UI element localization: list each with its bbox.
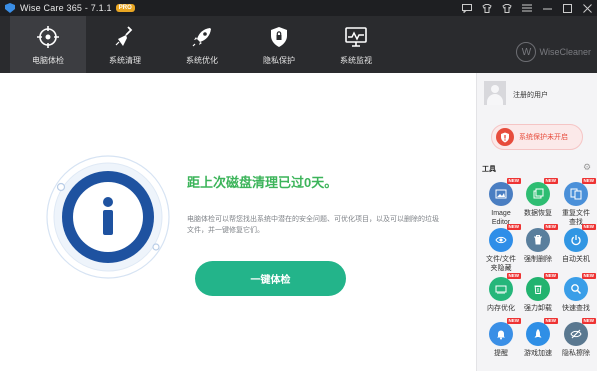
power-icon: NEW	[564, 224, 596, 252]
info-icon	[46, 155, 170, 279]
close-icon[interactable]	[577, 0, 597, 16]
brand-logo: W WiseCleaner	[516, 42, 591, 62]
trash-icon: NEW	[526, 224, 558, 252]
tools-heading: 工具	[482, 166, 496, 173]
tool-force-uninstall[interactable]: NEW 强力卸载	[518, 273, 558, 313]
gear-icon[interactable]: ⚙	[583, 162, 593, 172]
new-badge: NEW	[581, 273, 596, 279]
eraser-icon: NEW	[564, 318, 596, 346]
tab-system-tuneup[interactable]: 系统优化	[164, 16, 240, 73]
monitor-icon	[345, 27, 367, 47]
tab-label: 系统清理	[109, 56, 141, 65]
tab-label: 系统监视	[340, 56, 372, 65]
rocket-icon: NEW	[526, 318, 558, 346]
tool-label: 文件/文件 夹隐藏	[486, 256, 516, 272]
tool-reminder[interactable]: NEW 提醒	[481, 318, 521, 358]
feedback-icon[interactable]	[457, 0, 477, 16]
skin-icon[interactable]	[477, 0, 497, 16]
tool-auto-shutdown[interactable]: NEW 自动关机	[556, 224, 596, 264]
tool-memory-optimizer[interactable]: NEW 内存优化	[481, 273, 521, 313]
tool-force-delete[interactable]: NEW 强制删除	[518, 224, 558, 264]
magnifier-icon: NEW	[564, 273, 596, 301]
window-title: Wise Care 365 - 7.1.1	[20, 3, 112, 13]
tool-game-booster[interactable]: NEW 游戏加速	[518, 318, 558, 358]
registered-user-label[interactable]: 注册的用户	[513, 90, 548, 100]
restore-icon: NEW	[526, 178, 558, 206]
tab-system-monitor[interactable]: 系统监视	[318, 16, 394, 73]
image-icon: NEW	[489, 178, 521, 206]
brand-name: WiseCleaner	[539, 47, 591, 57]
user-area: 注册的用户	[477, 73, 597, 115]
menu-icon[interactable]	[517, 0, 537, 16]
checkup-panel: 距上次磁盘清理已过0天。 电脑体检可以帮您找出系统中潜在的安全问题、可优化项目，…	[0, 73, 476, 371]
pro-badge: PRO	[115, 4, 135, 12]
tool-label: 隐私擦除	[562, 350, 590, 357]
checkup-description: 电脑体检可以帮您找出系统中潜在的安全问题、可优化项目，以及可以删除的垃圾文件，并…	[187, 216, 439, 234]
tab-system-cleaner[interactable]: 系统清理	[87, 16, 163, 73]
app-logo-icon	[5, 3, 15, 13]
avatar[interactable]	[484, 81, 506, 105]
tool-label: 强制删除	[524, 256, 552, 263]
title-bar: Wise Care 365 - 7.1.1 PRO	[0, 0, 597, 16]
right-sidebar: 注册的用户 系统保护未开启 工具 ⚙ NEW Image Editor NEW …	[476, 73, 597, 371]
app-window: Wise Care 365 - 7.1.1 PRO 电脑体检 系统清理 系统优化…	[0, 0, 597, 371]
system-protection-button[interactable]: 系统保护未开启	[491, 124, 583, 150]
rocket-icon	[192, 28, 211, 47]
uninstall-icon: NEW	[526, 273, 558, 301]
tab-label: 系统优化	[186, 56, 218, 65]
tool-label: 强力卸载	[524, 305, 552, 312]
crosshair-icon	[37, 26, 59, 48]
broom-icon	[115, 26, 133, 46]
tool-hide-files[interactable]: NEW 文件/文件 夹隐藏	[481, 224, 521, 273]
tool-data-recovery[interactable]: NEW 数据恢复	[518, 178, 558, 218]
new-badge: NEW	[581, 318, 596, 324]
maximize-icon[interactable]	[557, 0, 577, 16]
tab-label: 隐私保护	[263, 56, 295, 65]
duplicate-icon: NEW	[564, 178, 596, 206]
shield-alert-icon	[496, 128, 514, 146]
new-badge: NEW	[581, 224, 596, 230]
tool-label: 提醒	[494, 350, 508, 357]
tool-label: 数据恢复	[524, 210, 552, 217]
wisecleaner-logo-icon: W	[516, 42, 537, 62]
theme-icon[interactable]	[497, 0, 517, 16]
tool-label: 游戏加速	[524, 350, 552, 357]
last-cleanup-headline: 距上次磁盘清理已过0天。	[187, 175, 338, 190]
tab-label: 电脑体检	[32, 56, 64, 65]
memory-icon: NEW	[489, 273, 521, 301]
tab-privacy-protector[interactable]: 隐私保护	[241, 16, 317, 73]
window-controls	[457, 0, 597, 16]
one-click-checkup-button[interactable]: 一键体检	[195, 261, 346, 296]
tab-pc-checkup[interactable]: 电脑体检	[10, 16, 86, 73]
eye-icon: NEW	[489, 224, 521, 252]
bell-icon: NEW	[489, 318, 521, 346]
tool-duplicate-finder[interactable]: NEW 重复文件 查找	[556, 178, 596, 227]
new-badge: NEW	[581, 178, 596, 184]
tool-privacy-eraser[interactable]: NEW 隐私擦除	[556, 318, 596, 358]
tool-image-editor[interactable]: NEW Image Editor	[481, 178, 521, 227]
tool-quick-search[interactable]: NEW 快速查找	[556, 273, 596, 313]
tool-label: 快速查找	[562, 305, 590, 312]
tool-label: 自动关机	[562, 256, 590, 263]
tool-label: 内存优化	[487, 305, 515, 312]
main-navigation: 电脑体检 系统清理 系统优化 隐私保护 系统监视 W WiseCleaner	[0, 16, 597, 73]
protection-status-label: 系统保护未开启	[519, 134, 568, 141]
lock-shield-icon	[271, 27, 287, 47]
minimize-icon[interactable]	[537, 0, 557, 16]
